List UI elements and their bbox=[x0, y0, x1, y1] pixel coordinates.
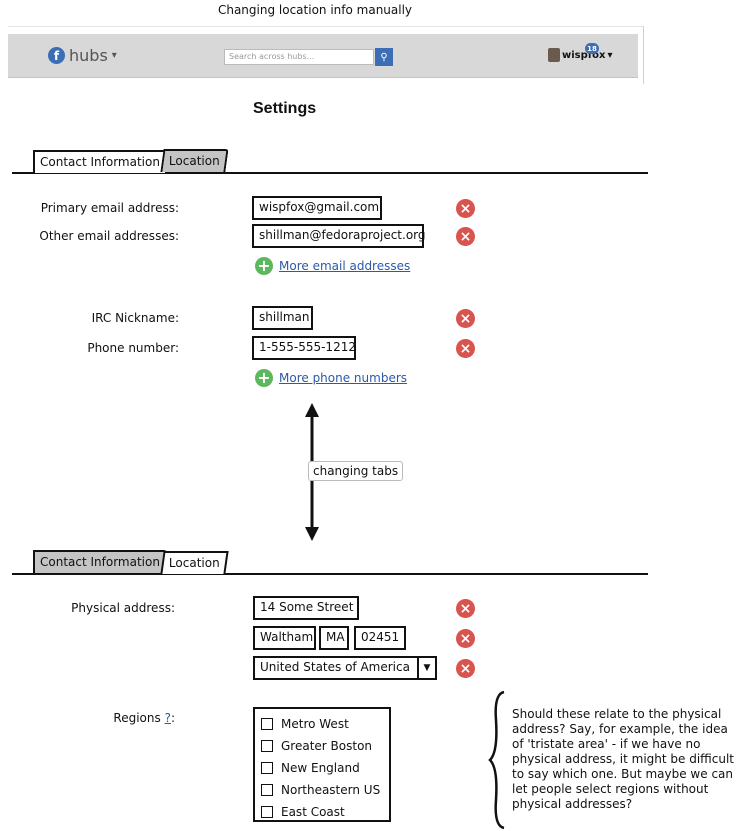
region-label: East Coast bbox=[281, 805, 345, 819]
close-icon: × bbox=[459, 600, 472, 617]
checkbox[interactable] bbox=[261, 740, 273, 752]
remove-city-button[interactable]: × bbox=[456, 629, 475, 648]
street-field[interactable]: 14 Some Street bbox=[253, 596, 359, 620]
design-note: Should these relate to the physical addr… bbox=[512, 707, 735, 811]
notification-badge[interactable]: 18 bbox=[585, 43, 599, 54]
fedora-icon: f bbox=[48, 47, 65, 64]
add-phone-button[interactable]: + bbox=[255, 369, 273, 387]
region-option[interactable]: Greater Boston bbox=[261, 735, 389, 757]
chevron-down-icon[interactable]: ▼ bbox=[417, 656, 437, 680]
brand-label: hubs bbox=[69, 46, 108, 65]
close-icon: × bbox=[459, 228, 472, 245]
region-label: Greater Boston bbox=[281, 739, 373, 753]
tab-contact-information[interactable]: Contact Information bbox=[33, 150, 167, 173]
search-icon: ⚲ bbox=[380, 51, 388, 63]
remove-irc-button[interactable]: × bbox=[456, 309, 475, 328]
regions-label-text: Regions bbox=[113, 711, 161, 725]
phone-label: Phone number: bbox=[87, 341, 179, 355]
tab-divider bbox=[12, 573, 648, 575]
search-button[interactable]: ⚲ bbox=[375, 48, 393, 66]
close-icon: × bbox=[459, 200, 472, 217]
user-menu[interactable]: wispfox ▾ bbox=[548, 48, 612, 62]
add-phone-link[interactable]: More phone numbers bbox=[279, 371, 407, 385]
region-label: New England bbox=[281, 761, 360, 775]
region-option[interactable]: East Coast bbox=[261, 801, 389, 823]
hubs-logo[interactable]: f hubs ▾ bbox=[48, 46, 117, 65]
irc-field[interactable]: shillman bbox=[252, 306, 313, 330]
region-option[interactable]: Northeastern US bbox=[261, 779, 389, 801]
add-email-button[interactable]: + bbox=[255, 257, 273, 275]
primary-email-label: Primary email address: bbox=[40, 201, 179, 215]
remove-street-button[interactable]: × bbox=[456, 599, 475, 618]
tab-location[interactable]: Location bbox=[160, 149, 229, 172]
tab-location-label: Location bbox=[168, 154, 220, 168]
irc-label: IRC Nickname: bbox=[91, 311, 179, 325]
brace-icon bbox=[488, 690, 505, 830]
region-label: Metro West bbox=[281, 717, 349, 731]
chevron-down-icon: ▾ bbox=[607, 49, 613, 61]
add-email-link[interactable]: More email addresses bbox=[279, 259, 410, 273]
tab-location-label: Location bbox=[168, 556, 220, 570]
physical-address-label: Physical address: bbox=[71, 601, 175, 615]
checkbox[interactable] bbox=[261, 806, 273, 818]
regions-list: Metro West Greater Boston New England No… bbox=[253, 707, 391, 822]
other-email-field[interactable]: shillman@fedoraproject.org bbox=[252, 224, 426, 248]
page-title: Settings bbox=[253, 100, 317, 117]
checkbox[interactable] bbox=[261, 718, 273, 730]
remove-primary-email-button[interactable]: × bbox=[456, 199, 475, 218]
tab-contact-information[interactable]: Contact Information bbox=[33, 550, 167, 573]
zip-field[interactable]: 02451 bbox=[354, 626, 406, 650]
country-select[interactable]: United States of America bbox=[253, 656, 419, 680]
checkbox[interactable] bbox=[261, 784, 273, 796]
close-icon: × bbox=[459, 340, 472, 357]
remove-country-button[interactable]: × bbox=[456, 659, 475, 678]
state-field[interactable]: MA bbox=[319, 626, 349, 650]
username: wispfox bbox=[562, 49, 606, 61]
checkbox[interactable] bbox=[261, 762, 273, 774]
close-icon: × bbox=[459, 310, 472, 327]
city-field[interactable]: Waltham bbox=[253, 626, 316, 650]
regions-label: Regions ?: bbox=[0, 711, 175, 725]
region-option[interactable]: Metro West bbox=[261, 713, 389, 735]
tab-location[interactable]: Location bbox=[160, 551, 229, 574]
other-email-label: Other email addresses: bbox=[39, 229, 179, 243]
primary-email-field[interactable]: wispfox@gmail.com bbox=[252, 196, 382, 220]
mockup-caption: Changing location info manually bbox=[217, 3, 413, 17]
remove-other-email-button[interactable]: × bbox=[456, 227, 475, 246]
regions-colon: : bbox=[170, 711, 175, 725]
close-icon: × bbox=[459, 660, 472, 677]
transition-annotation: changing tabs bbox=[308, 461, 404, 481]
phone-field[interactable]: 1-555-555-1212 bbox=[252, 336, 356, 360]
plus-icon: + bbox=[257, 256, 271, 275]
close-icon: × bbox=[459, 630, 472, 647]
remove-phone-button[interactable]: × bbox=[456, 339, 475, 358]
plus-icon: + bbox=[257, 368, 271, 387]
search-input[interactable]: Search across hubs... bbox=[224, 49, 374, 65]
region-label: Northeastern US bbox=[281, 783, 381, 797]
region-option[interactable]: New England bbox=[261, 757, 389, 779]
chevron-down-icon: ▾ bbox=[111, 50, 117, 61]
avatar bbox=[548, 48, 560, 62]
